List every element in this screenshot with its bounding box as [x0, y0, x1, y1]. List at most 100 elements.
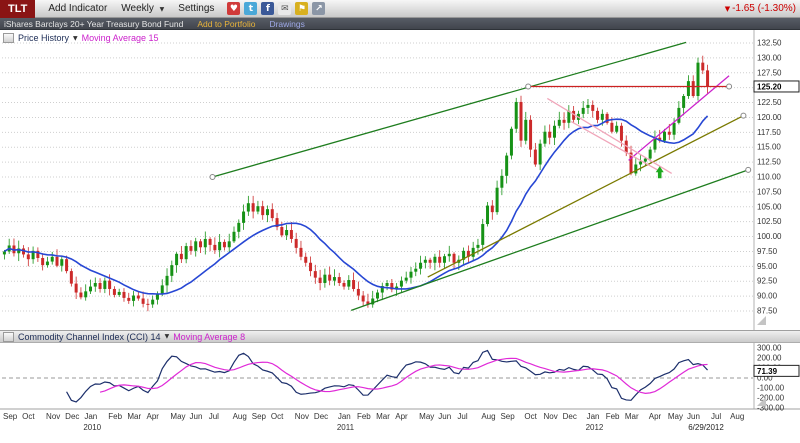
svg-text:102.50: 102.50 — [757, 217, 782, 226]
daily-change: ▼ -1.65 (-1.30%) — [725, 3, 796, 14]
svg-text:95.00: 95.00 — [757, 262, 778, 271]
svg-text:115.00: 115.00 — [757, 143, 781, 152]
svg-text:Feb: Feb — [108, 412, 122, 421]
cci-label[interactable]: Commodity Channel Index (CCI) 14 — [18, 332, 161, 342]
main-toolbar: TLT Add Indicator Weekly ▼ Settings ♥ tf ✉… — [0, 0, 800, 18]
svg-text:122.50: 122.50 — [757, 98, 782, 107]
svg-text:Jul: Jul — [209, 412, 219, 421]
svg-text:Nov: Nov — [46, 412, 60, 421]
svg-text:130.00: 130.00 — [757, 53, 782, 62]
svg-text:-100.00: -100.00 — [757, 384, 785, 393]
cci-value-box: 71.39 — [754, 365, 799, 376]
svg-text:200.00: 200.00 — [757, 354, 782, 363]
svg-text:Dec: Dec — [65, 412, 79, 421]
instrument-name: iShares Barclays 20+ Year Treasury Bond … — [4, 19, 183, 29]
svg-text:2010: 2010 — [83, 423, 101, 432]
interval-dropdown[interactable]: Weekly ▼ — [114, 3, 171, 14]
svg-text:2012: 2012 — [586, 423, 604, 432]
svg-text:Jun: Jun — [190, 412, 203, 421]
settings-button[interactable]: Settings — [171, 3, 221, 14]
chevron-down-icon: ▼ — [160, 6, 165, 13]
svg-text:-200.00: -200.00 — [757, 394, 785, 403]
svg-text:Apr: Apr — [147, 412, 160, 421]
svg-text:Jul: Jul — [457, 412, 467, 421]
svg-text:Oct: Oct — [271, 412, 284, 421]
svg-text:97.50: 97.50 — [757, 247, 778, 256]
svg-text:110.00: 110.00 — [757, 173, 781, 182]
svg-text:125.20: 125.20 — [757, 82, 782, 91]
svg-text:Apr: Apr — [649, 412, 662, 421]
svg-text:117.50: 117.50 — [757, 128, 781, 137]
svg-text:107.50: 107.50 — [757, 187, 782, 196]
panel-menu-icon[interactable] — [3, 33, 14, 43]
last-date-label: 6/29/2012 — [688, 423, 724, 432]
down-triangle-icon: ▼ — [725, 5, 730, 13]
svg-text:87.50: 87.50 — [757, 307, 778, 316]
chevron-down-icon[interactable]: ▼ — [165, 333, 170, 340]
svg-text:Jan: Jan — [338, 412, 351, 421]
svg-text:Aug: Aug — [233, 412, 247, 421]
facebook-icon[interactable]: f — [261, 2, 274, 15]
panel-menu-icon[interactable] — [3, 332, 14, 342]
svg-text:71.39: 71.39 — [757, 367, 778, 376]
svg-text:Apr: Apr — [395, 412, 408, 421]
toolbar-icons: ♥ tf ✉ ⚑ ↗ — [227, 2, 329, 15]
chart-region: 132.50130.00127.50125.00122.50120.00117.… — [0, 30, 800, 443]
drawing-handle[interactable] — [210, 175, 215, 180]
drawing-handle[interactable] — [746, 167, 751, 172]
svg-text:120.00: 120.00 — [757, 113, 782, 122]
svg-text:90.00: 90.00 — [757, 292, 778, 301]
drawing-handle[interactable] — [526, 84, 531, 89]
interval-value: Weekly — [121, 3, 154, 14]
price-panel-legend: Price History ▼ Moving Average 15 — [3, 33, 159, 43]
svg-text:105.00: 105.00 — [757, 202, 782, 211]
cci-ma-label[interactable]: Moving Average 8 — [173, 332, 245, 342]
charting-app: TLT Add Indicator Weekly ▼ Settings ♥ tf ✉… — [0, 0, 800, 443]
chevron-down-icon[interactable]: ▼ — [73, 35, 78, 42]
svg-text:Feb: Feb — [606, 412, 620, 421]
svg-text:Sep: Sep — [500, 412, 515, 421]
svg-text:Dec: Dec — [563, 412, 577, 421]
drawing-handle[interactable] — [741, 113, 746, 118]
svg-text:May: May — [419, 412, 434, 421]
svg-text:Feb: Feb — [357, 412, 371, 421]
svg-text:Jul: Jul — [711, 412, 721, 421]
svg-text:Mar: Mar — [625, 412, 639, 421]
svg-text:Mar: Mar — [376, 412, 390, 421]
flag-icon[interactable]: ⚑ — [295, 2, 308, 15]
twitter-icon[interactable]: t — [244, 2, 257, 15]
add-indicator-button[interactable]: Add Indicator — [41, 3, 114, 14]
svg-text:Jun: Jun — [438, 412, 451, 421]
add-to-portfolio-link[interactable]: Add to Portfolio — [197, 19, 255, 29]
chart-canvas[interactable]: 132.50130.00127.50125.00122.50120.00117.… — [0, 30, 800, 443]
cci-panel-header: Commodity Channel Index (CCI) 14 ▼ Movin… — [0, 330, 800, 343]
svg-text:Sep: Sep — [252, 412, 267, 421]
svg-text:May: May — [170, 412, 185, 421]
svg-text:Aug: Aug — [730, 412, 744, 421]
svg-text:Nov: Nov — [544, 412, 558, 421]
svg-text:100.00: 100.00 — [757, 232, 782, 241]
svg-text:92.50: 92.50 — [757, 277, 778, 286]
svg-text:Sep: Sep — [3, 412, 18, 421]
symbol-info-bar: iShares Barclays 20+ Year Treasury Bond … — [0, 18, 800, 30]
drawing-handle[interactable] — [727, 84, 732, 89]
moving-average-label[interactable]: Moving Average 15 — [82, 33, 159, 43]
heart-icon[interactable]: ♥ — [227, 2, 240, 15]
email-icon[interactable]: ✉ — [278, 2, 291, 15]
svg-text:127.50: 127.50 — [757, 68, 782, 77]
drawings-link[interactable]: Drawings — [269, 19, 304, 29]
change-text: -1.65 (-1.30%) — [732, 3, 796, 14]
symbol-badge[interactable]: TLT — [0, 0, 35, 18]
svg-text:300.00: 300.00 — [757, 344, 782, 353]
svg-text:Jan: Jan — [587, 412, 600, 421]
svg-text:Jan: Jan — [84, 412, 97, 421]
price-history-label[interactable]: Price History — [18, 33, 69, 43]
svg-text:Mar: Mar — [127, 412, 141, 421]
svg-text:Nov: Nov — [295, 412, 309, 421]
svg-text:Jun: Jun — [687, 412, 700, 421]
svg-text:Dec: Dec — [314, 412, 328, 421]
share-icon[interactable]: ↗ — [312, 2, 325, 15]
svg-text:Aug: Aug — [481, 412, 495, 421]
svg-text:Oct: Oct — [524, 412, 537, 421]
svg-text:132.50: 132.50 — [757, 39, 782, 48]
